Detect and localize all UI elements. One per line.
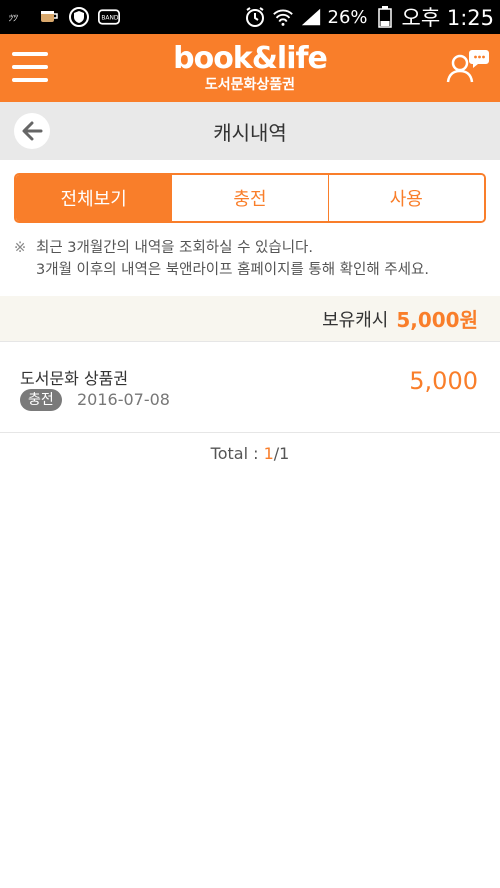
cash-balance: 보유캐시 5,000원 [0,296,500,342]
transaction-amount: 5,000 [409,367,478,395]
notice-text: ※ 최근 3개월간의 내역을 조회하실 수 있습니다. 3개월 이후의 내역은 … [14,237,486,281]
tab-all[interactable]: 전체보기 [16,175,173,221]
logo-text: book&life [173,41,328,76]
transaction-title: 도서문화 상품권 [20,369,129,388]
alarm-icon [244,6,266,28]
transaction-date: 2016-07-08 [77,390,170,409]
page-title: 캐시내역 [213,120,287,145]
cup-notification-icon [38,6,60,28]
band-icon-label: BAND [101,16,119,22]
band-notification-icon: BAND [98,6,120,28]
notice-line-2: 3개월 이후의 내역은 북앤라이프 홈페이지를 통해 확인해 주세요. [36,262,429,278]
tab-charge[interactable]: 충전 [172,175,329,221]
system-indicators: 26% 오후 1:25 [244,2,500,32]
app-header: book&life 도서문화상품권 [0,34,500,102]
transaction-type-badge: 충전 [20,389,62,411]
battery-icon [374,6,396,28]
tab-use[interactable]: 사용 [328,175,484,221]
app-notification-icon: ﾂﾂ [8,6,30,28]
battery-percent: 26% [327,6,368,28]
notice-mark: ※ [14,240,27,256]
notification-icons: ﾂﾂ BAND [0,6,120,28]
svg-text:ﾂﾂ: ﾂﾂ [8,14,19,24]
balance-value: 5,000원 [396,308,478,332]
user-chat-icon [446,50,489,83]
clock: 오후 1:25 [401,6,494,30]
app-logo[interactable]: book&life 도서문화상품권 [0,42,500,94]
pagination: Total : 1/1 [0,444,500,463]
wifi-icon [272,6,294,28]
pager-prefix: Total : [210,444,264,463]
back-button[interactable] [14,113,50,149]
pager-total: /1 [273,444,290,463]
balance-label: 보유캐시 [322,309,389,331]
back-arrow-icon [22,121,43,141]
user-button[interactable] [446,46,490,86]
signal-icon [300,6,322,28]
notice-line-1: 최근 3개월간의 내역을 조회하실 수 있습니다. [36,240,313,256]
pager-current: 1 [263,444,274,463]
logo-subtitle: 도서문화상품권 [204,77,296,93]
title-bar: 캐시내역 [0,102,500,160]
transaction-item[interactable]: 도서문화 상품권 충전 2016-07-08 5,000 [0,343,500,433]
status-bar: ﾂﾂ BAND 26% 오후 1:25 [0,0,500,34]
filter-tabs: 전체보기 충전 사용 [14,173,486,223]
shield-notification-icon [68,6,90,28]
